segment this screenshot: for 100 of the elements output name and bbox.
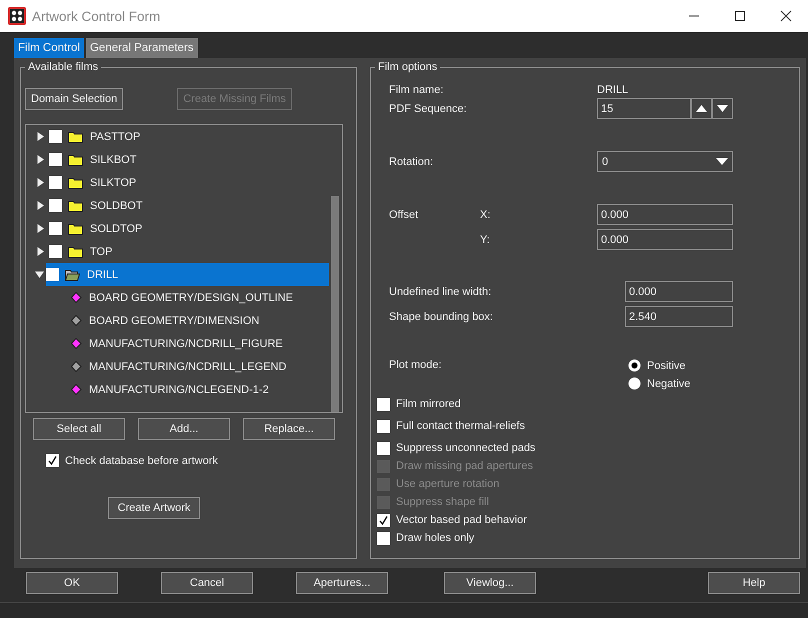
expand-arrow-icon[interactable]: [35, 270, 44, 279]
checkbox[interactable]: [377, 420, 390, 432]
rotation-dropdown[interactable]: 0: [597, 151, 733, 172]
checkbox[interactable]: [49, 153, 62, 166]
input-field[interactable]: 2.540: [625, 306, 733, 327]
folder-icon: [68, 246, 83, 258]
checkbox[interactable]: [49, 245, 62, 258]
layer-item[interactable]: BOARD GEOMETRY/DESIGN_OUTLINE: [26, 286, 329, 309]
checkbox[interactable]: [49, 222, 62, 235]
button[interactable]: Domain Selection: [25, 88, 124, 110]
checkbox[interactable]: [377, 442, 390, 454]
checkbox[interactable]: [49, 199, 62, 212]
radio-label: Negative: [647, 378, 690, 390]
tree-item[interactable]: SILKBOT: [26, 148, 329, 171]
tree-item[interactable]: TOP: [26, 240, 329, 263]
button[interactable]: OK: [26, 572, 118, 594]
checkbox-label: Vector based pad behavior: [396, 514, 527, 526]
button[interactable]: Cancel: [161, 572, 253, 594]
input-field[interactable]: 15: [597, 98, 691, 119]
checkbox-label: Film mirrored: [396, 398, 461, 410]
checkbox[interactable]: [46, 454, 59, 467]
dropdown-arrow-icon[interactable]: [716, 157, 728, 166]
spin-down-icon[interactable]: [712, 98, 733, 119]
checkbox[interactable]: [49, 130, 62, 143]
window-title: Artwork Control Form: [32, 8, 160, 24]
film-name: SILKTOP: [90, 176, 136, 188]
button[interactable]: Select all: [33, 418, 125, 440]
layer-item[interactable]: BOARD GEOMETRY/DIMENSION: [26, 309, 329, 332]
input-field[interactable]: 0.000: [625, 281, 733, 302]
open-folder-icon: [65, 268, 80, 280]
input-field[interactable]: 0.000: [597, 204, 733, 225]
expand-arrow-icon[interactable]: [36, 155, 45, 164]
layer-name: MANUFACTURING/NCDRILL_LEGEND: [89, 360, 286, 372]
folder-icon: [68, 154, 83, 166]
create-artwork-button[interactable]: Create Artwork: [108, 497, 200, 519]
tree-item[interactable]: SOLDBOT: [26, 194, 329, 217]
checkbox[interactable]: [377, 514, 390, 526]
button[interactable]: Apertures...: [296, 572, 388, 594]
folder-icon: [68, 176, 83, 188]
layer-name: BOARD GEOMETRY/DESIGN_OUTLINE: [89, 292, 293, 304]
group-title: Film options: [377, 61, 438, 73]
radio-button[interactable]: [628, 359, 641, 372]
tab[interactable]: Film Control: [14, 38, 84, 58]
maximize-icon[interactable]: [734, 10, 746, 22]
expand-arrow-icon[interactable]: [36, 178, 45, 187]
tree-item[interactable]: SOLDTOP: [26, 217, 329, 240]
checkbox[interactable]: [377, 398, 390, 410]
checkbox-label: Check database before artwork: [65, 454, 218, 466]
film-name-value: DRILL: [597, 84, 628, 96]
expand-arrow-icon[interactable]: [36, 224, 45, 233]
layer-name: MANUFACTURING/NCLEGEND-1-2: [89, 384, 269, 396]
field-label: Rotation:: [389, 156, 434, 168]
film-name: PASTTOP: [90, 130, 140, 142]
checkbox[interactable]: [46, 268, 59, 281]
field-label: Undefined line width:: [389, 286, 492, 298]
field-label: PDF Sequence:: [389, 102, 468, 114]
layer-name: BOARD GEOMETRY/DIMENSION: [89, 314, 260, 326]
film-name: SOLDTOP: [90, 222, 142, 234]
radio-label: Positive: [647, 360, 686, 372]
field-label: Offset: [389, 208, 420, 220]
layer-item[interactable]: MANUFACTURING/NCLEGEND-1-2: [26, 378, 329, 401]
folder-icon: [68, 222, 83, 234]
checkbox-label: Draw holes only: [396, 532, 474, 544]
close-icon[interactable]: [780, 10, 792, 22]
film-name: DRILL: [87, 268, 118, 280]
checkbox[interactable]: [377, 532, 390, 544]
layer-name: MANUFACTURING/NCDRILL_FIGURE: [89, 338, 283, 350]
checkbox-label: Use aperture rotation: [396, 478, 500, 490]
input-field[interactable]: 0.000: [597, 229, 733, 250]
expand-arrow-icon[interactable]: [36, 201, 45, 210]
field-label: Film name:: [389, 84, 444, 96]
checkbox[interactable]: [49, 176, 62, 189]
tab[interactable]: General Parameters: [86, 38, 198, 58]
layer-item[interactable]: MANUFACTURING/NCDRILL_LEGEND: [26, 355, 329, 378]
folder-icon: [68, 200, 83, 212]
group-title: Available films: [27, 61, 100, 73]
button[interactable]: Replace...: [243, 418, 335, 440]
checkbox-label: Suppress shape fill: [396, 496, 489, 508]
folder-icon: [68, 130, 83, 142]
expand-arrow-icon[interactable]: [36, 247, 45, 256]
checkbox-label: Suppress unconnected pads: [396, 442, 536, 454]
button[interactable]: Add...: [138, 418, 230, 440]
field-label: Shape bounding box:: [389, 310, 494, 322]
layer-item[interactable]: MANUFACTURING/NCDRILL_FIGURE: [26, 332, 329, 355]
tree-item[interactable]: PASTTOP: [26, 125, 329, 148]
tree-item[interactable]: SILKTOP: [26, 171, 329, 194]
button[interactable]: Help: [708, 572, 800, 594]
checkbox-label: Draw missing pad apertures: [396, 460, 533, 472]
film-name: SILKBOT: [90, 154, 136, 166]
scroll-thumb[interactable]: [331, 196, 339, 412]
spin-up-icon[interactable]: [691, 98, 712, 119]
checkbox-label: Full contact thermal-reliefs: [396, 420, 525, 432]
expand-arrow-icon[interactable]: [36, 132, 45, 141]
app-icon: [8, 7, 26, 25]
field-label: Plot mode:: [389, 359, 443, 371]
radio-button[interactable]: [628, 377, 641, 390]
film-name: TOP: [90, 246, 112, 258]
field-label: X:: [480, 208, 492, 220]
button[interactable]: Viewlog...: [444, 572, 536, 594]
film-name: SOLDBOT: [90, 200, 143, 212]
